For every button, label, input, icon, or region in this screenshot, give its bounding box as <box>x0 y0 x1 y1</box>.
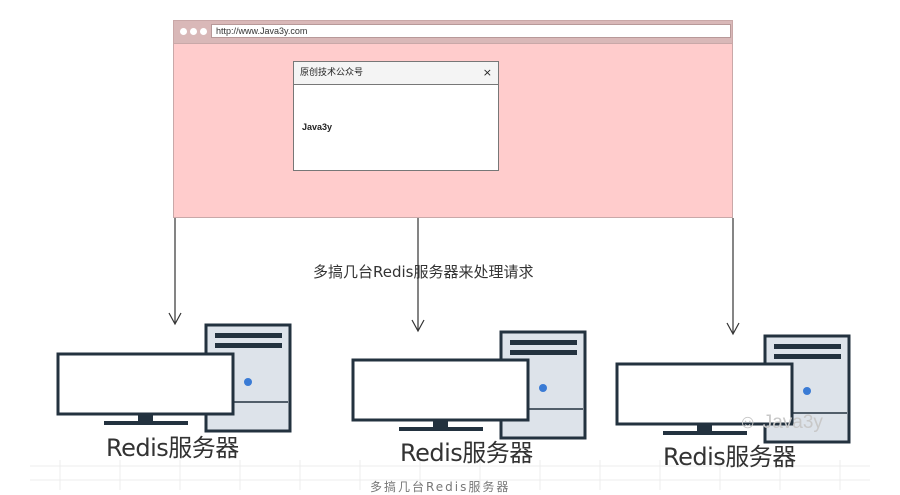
bottom-caption: 多搞几台Redis服务器 <box>370 480 511 494</box>
server-label: Redis服务器 <box>663 443 796 471</box>
watermark: ☺ Java3y <box>738 412 823 434</box>
server-1-icon <box>56 323 292 433</box>
watermark-text: Java3y <box>762 412 823 433</box>
server-label: Redis服务器 <box>400 439 533 467</box>
server-2-icon <box>351 330 587 440</box>
wechat-icon: ☺ <box>738 412 758 433</box>
diagram-canvas: http://www.Java3y.com 原创技术公众号 × Java3y 多… <box>0 0 900 494</box>
server-label: Redis服务器 <box>106 434 239 462</box>
